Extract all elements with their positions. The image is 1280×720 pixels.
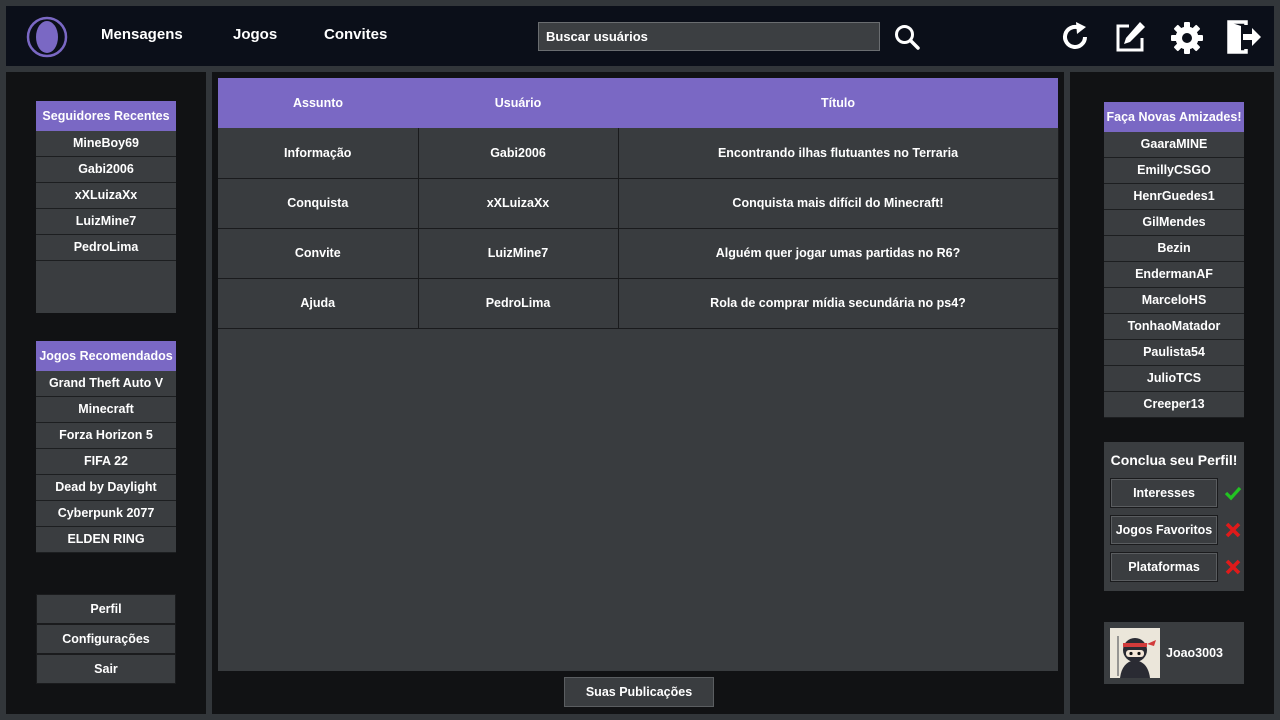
current-user-card[interactable]: Joao3003: [1104, 622, 1244, 684]
search-input[interactable]: [538, 22, 880, 51]
cross-icon: [1225, 522, 1241, 538]
cell-user[interactable]: LuizMine7: [418, 228, 619, 279]
follower-item[interactable]: xXLuizaXx: [36, 183, 176, 209]
cell-title[interactable]: Rola de comprar mídia secundária no ps4?: [618, 278, 1059, 329]
new-friends-box: Faça Novas Amizades! GaaraMINE EmillyCSG…: [1104, 102, 1244, 418]
nav-invites[interactable]: Convites: [324, 26, 387, 43]
column-header-user[interactable]: Usuário: [418, 78, 618, 128]
game-item[interactable]: Minecraft: [36, 397, 176, 423]
top-bar: Mensagens Jogos Convites: [6, 6, 1274, 66]
game-item[interactable]: FIFA 22: [36, 449, 176, 475]
posts-table-area: Assunto Usuário Título Informação Gabi20…: [218, 78, 1059, 671]
friend-suggestion-item[interactable]: JulioTCS: [1104, 366, 1244, 392]
profile-completion-title: Conclua seu Perfil!: [1110, 452, 1238, 468]
table-row[interactable]: Informação Gabi2006 Encontrando ilhas fl…: [218, 128, 1059, 179]
favorite-games-button[interactable]: Jogos Favoritos: [1110, 515, 1218, 545]
search-icon[interactable]: [894, 24, 920, 50]
recommended-games-box: Jogos Recomendados Grand Theft Auto V Mi…: [36, 341, 176, 553]
follower-item[interactable]: Gabi2006: [36, 157, 176, 183]
cell-title[interactable]: Alguém quer jogar umas partidas no R6?: [618, 228, 1059, 279]
game-item[interactable]: Grand Theft Auto V: [36, 371, 176, 397]
cell-user[interactable]: Gabi2006: [418, 128, 619, 179]
column-header-subject[interactable]: Assunto: [218, 78, 418, 128]
friend-suggestion-item[interactable]: TonhaoMatador: [1104, 314, 1244, 340]
new-friends-title: Faça Novas Amizades!: [1104, 102, 1244, 132]
cell-title[interactable]: Conquista mais difícil do Minecraft!: [618, 178, 1059, 229]
cross-icon: [1225, 559, 1241, 575]
follower-item[interactable]: PedroLima: [36, 235, 176, 261]
friend-suggestion-item[interactable]: EndermanAF: [1104, 262, 1244, 288]
cell-subject[interactable]: Convite: [218, 228, 419, 279]
recommended-games-title: Jogos Recomendados: [36, 341, 176, 371]
cell-subject[interactable]: Ajuda: [218, 278, 419, 329]
cell-subject[interactable]: Conquista: [218, 178, 419, 229]
nav-games[interactable]: Jogos: [233, 26, 277, 43]
platforms-button[interactable]: Plataformas: [1110, 552, 1218, 582]
table-header-row: Assunto Usuário Título: [218, 78, 1058, 128]
gear-icon[interactable]: [1170, 21, 1204, 55]
current-user-name[interactable]: Joao3003: [1166, 646, 1223, 660]
recent-followers-title: Seguidores Recentes: [36, 101, 176, 131]
cell-subject[interactable]: Informação: [218, 128, 419, 179]
cell-user[interactable]: PedroLima: [418, 278, 619, 329]
cell-title[interactable]: Encontrando ilhas flutuantes no Terraria: [618, 128, 1059, 179]
posts-table: Assunto Usuário Título Informação Gabi20…: [218, 78, 1059, 329]
friend-suggestion-item[interactable]: GilMendes: [1104, 210, 1244, 236]
posts-panel: Assunto Usuário Título Informação Gabi20…: [212, 72, 1064, 714]
follower-item[interactable]: MineBoy69: [36, 131, 176, 157]
profile-button[interactable]: Perfil: [36, 594, 176, 624]
table-row[interactable]: Ajuda PedroLima Rola de comprar mídia se…: [218, 278, 1059, 329]
edit-icon[interactable]: [1113, 20, 1147, 54]
refresh-icon[interactable]: [1059, 21, 1091, 53]
logout-icon[interactable]: [1226, 20, 1262, 54]
logo-icon[interactable]: [26, 16, 68, 58]
friend-suggestion-item[interactable]: Paulista54: [1104, 340, 1244, 366]
friend-suggestion-item[interactable]: HenrGuedes1: [1104, 184, 1244, 210]
profile-completion-box: Conclua seu Perfil! Interesses Jogos Fav…: [1104, 442, 1244, 591]
game-item[interactable]: ELDEN RING: [36, 527, 176, 553]
game-item[interactable]: Cyberpunk 2077: [36, 501, 176, 527]
my-posts-button[interactable]: Suas Publicações: [564, 677, 714, 707]
left-sidebar: Seguidores Recentes MineBoy69 Gabi2006 x…: [6, 72, 206, 714]
recent-followers-box: Seguidores Recentes MineBoy69 Gabi2006 x…: [36, 101, 176, 313]
game-item[interactable]: Forza Horizon 5: [36, 423, 176, 449]
friend-suggestion-item[interactable]: Creeper13: [1104, 392, 1244, 418]
avatar[interactable]: [1110, 628, 1160, 678]
friend-suggestion-item[interactable]: Bezin: [1104, 236, 1244, 262]
nav-messages[interactable]: Mensagens: [101, 26, 183, 43]
interests-button[interactable]: Interesses: [1110, 478, 1218, 508]
table-row[interactable]: Conquista xXLuizaXx Conquista mais difíc…: [218, 178, 1059, 229]
follower-item[interactable]: LuizMine7: [36, 209, 176, 235]
logout-button[interactable]: Sair: [36, 654, 176, 684]
cell-user[interactable]: xXLuizaXx: [418, 178, 619, 229]
settings-button[interactable]: Configurações: [36, 624, 176, 654]
friend-suggestion-item[interactable]: EmillyCSGO: [1104, 158, 1244, 184]
check-icon: [1224, 486, 1242, 501]
friend-suggestion-item[interactable]: MarceloHS: [1104, 288, 1244, 314]
right-sidebar: Faça Novas Amizades! GaaraMINE EmillyCSG…: [1070, 72, 1274, 714]
friend-suggestion-item[interactable]: GaaraMINE: [1104, 132, 1244, 158]
column-header-title[interactable]: Título: [618, 78, 1058, 128]
game-item[interactable]: Dead by Daylight: [36, 475, 176, 501]
table-row[interactable]: Convite LuizMine7 Alguém quer jogar umas…: [218, 228, 1059, 279]
